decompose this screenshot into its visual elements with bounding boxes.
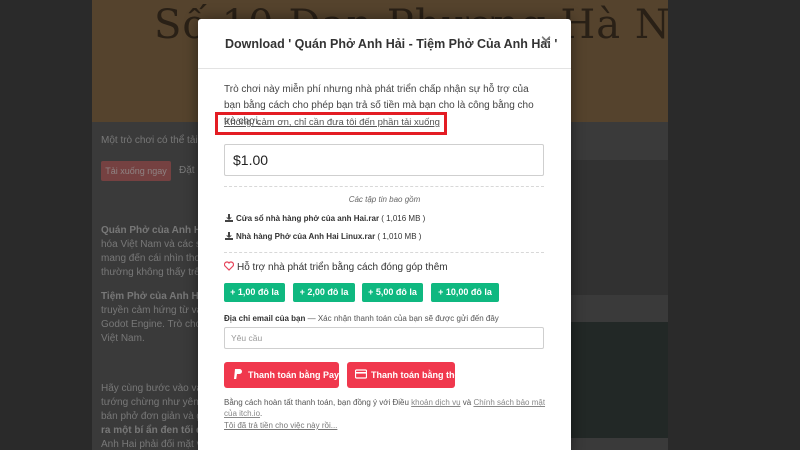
already-paid-link[interactable]: Tôi đã trả tiền cho việc này rồi... [224,421,337,430]
paypal-button[interactable]: Thanh toán bằng PayPal [224,362,353,388]
email-input[interactable]: Yêu cầu [224,327,544,349]
files-title: Các tập tin bao gồm [348,195,421,204]
file-size: ( 1,016 MB ) [381,214,426,223]
credit-card-icon [355,369,367,379]
terms-text: Bằng cách hoàn tất thanh toán, bạn đồng … [224,398,546,418]
file-row: Cửa sổ nhà hàng phở của anh Hai.rar ( 1,… [225,214,425,223]
support-title: Hỗ trợ nhà phát triển bằng cách đóng góp… [224,261,448,273]
close-icon[interactable]: ✕ [538,34,554,50]
email-label: Địa chỉ email của bạn — Xác nhận thanh t… [224,314,499,323]
modal-title: Download ' Quán Phở Anh Hải - Tiệm Phở C… [225,37,558,51]
tip-1-button[interactable]: + 1,00 đô la [224,283,285,302]
file-name: Nhà hàng Phở của Anh Hai Linux.rar [236,232,376,241]
file-name: Cửa sổ nhà hàng phở của anh Hai.rar [236,214,380,223]
paypal-icon [234,369,242,379]
file-row: Nhà hàng Phở của Anh Hai Linux.rar ( 1,0… [225,232,421,241]
tip-5-button[interactable]: + 5,00 đô la [362,283,423,302]
highlight-annotation [215,112,447,135]
card-pay-button[interactable]: Thanh toán bằng thẻ [347,362,460,388]
download-modal: Download ' Quán Phở Anh Hải - Tiệm Phở C… [198,19,571,450]
divider [224,252,544,253]
terms-of-service-link[interactable]: khoản dịch vụ [411,398,460,407]
support-title-text: Hỗ trợ nhà phát triển bằng cách đóng góp… [237,262,448,273]
heart-icon [224,261,234,271]
modal-header: Download ' Quán Phở Anh Hải - Tiệm Phở C… [198,19,571,69]
price-input[interactable]: $1.00 [224,144,544,176]
download-icon [225,232,233,240]
file-size: ( 1,010 MB ) [377,232,422,241]
tip-2-button[interactable]: + 2,00 đô la [293,283,355,302]
download-icon [225,214,233,222]
tip-10-button[interactable]: + 10,00 đô la [431,283,499,302]
divider [224,186,544,187]
